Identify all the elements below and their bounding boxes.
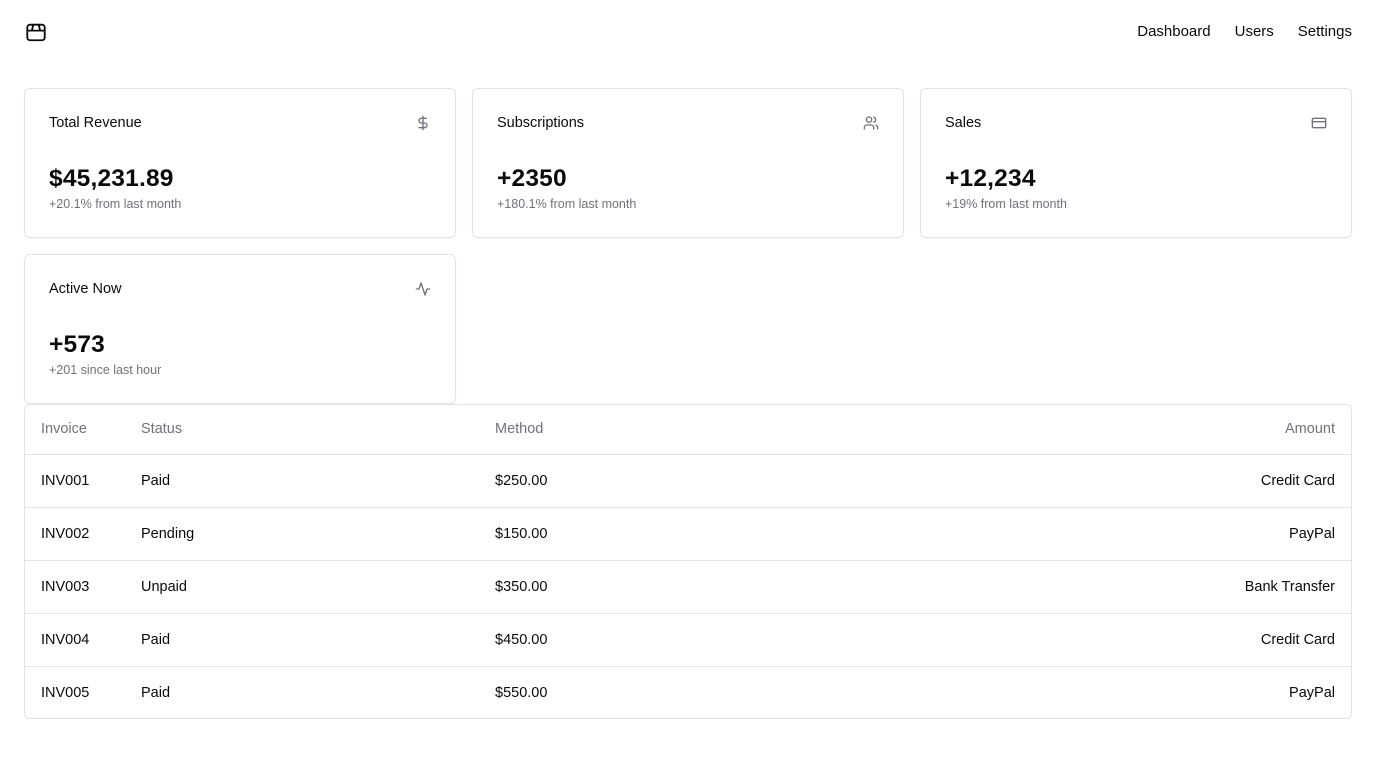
table-row[interactable]: INV002 Pending $150.00 PayPal: [25, 507, 1351, 561]
credit-card-icon: [1311, 117, 1327, 129]
card-subtitle: +201 since last hour: [49, 363, 162, 377]
nav-users[interactable]: Users: [1235, 22, 1274, 42]
invoice-table: Invoice Status Method Amount INV001 Paid…: [24, 404, 1352, 719]
card-title: Subscriptions: [497, 115, 585, 131]
invoice-cell: INV003: [25, 560, 125, 614]
status-cell: Paid: [141, 684, 171, 701]
stat-card-subscriptions: Subscriptions +2350 +180.1% from last mo…: [472, 88, 904, 238]
package-icon[interactable]: [25, 21, 47, 43]
amount-cell: PayPal: [1289, 684, 1335, 701]
invoice-cell: INV004: [25, 613, 125, 667]
invoice-cell: INV002: [25, 507, 125, 561]
method-cell: $250.00: [479, 454, 1079, 508]
nav-dashboard[interactable]: Dashboard: [1137, 22, 1210, 42]
users-icon: [863, 116, 879, 130]
table-header-row: Invoice Status Method Amount: [25, 405, 1351, 455]
table-row[interactable]: INV003 Unpaid $350.00 Bank Transfer: [25, 560, 1351, 614]
card-title: Active Now: [49, 281, 122, 297]
table-row[interactable]: INV005 Paid $550.00 PayPal: [25, 666, 1351, 718]
app-header: Dashboard Users Settings: [0, 0, 1376, 64]
amount-cell: Credit Card: [1079, 613, 1351, 667]
table-row[interactable]: INV001 Paid $250.00 Credit Card: [25, 454, 1351, 508]
column-header-amount: Amount: [1079, 405, 1351, 455]
card-title: Sales: [945, 115, 982, 131]
card-subtitle: +19% from last month: [945, 197, 1067, 211]
activity-icon: [415, 282, 431, 296]
stat-card-active-now: Active Now +573 +201 since last hour: [24, 254, 456, 404]
method-cell: $550.00: [495, 684, 548, 701]
card-value: +2350: [497, 165, 567, 192]
status-cell: Paid: [125, 454, 479, 508]
status-cell: Paid: [125, 613, 479, 667]
top-nav: Dashboard Users Settings: [1137, 22, 1352, 42]
invoice-cell: INV001: [25, 454, 125, 508]
method-cell: $350.00: [479, 560, 1079, 614]
amount-cell: Credit Card: [1079, 454, 1351, 508]
stat-card-sales: Sales +12,234 +19% from last month: [920, 88, 1352, 238]
dollar-sign-icon: [418, 115, 428, 131]
amount-cell: PayPal: [1079, 507, 1351, 561]
card-subtitle: +20.1% from last month: [49, 197, 182, 211]
card-subtitle: +180.1% from last month: [497, 197, 637, 211]
method-cell: $150.00: [479, 507, 1079, 561]
card-value: $45,231.89: [49, 165, 174, 192]
method-cell: $450.00: [479, 613, 1079, 667]
nav-settings[interactable]: Settings: [1298, 22, 1352, 42]
status-cell: Unpaid: [125, 560, 479, 614]
status-cell: Pending: [125, 507, 479, 561]
card-value: +573: [49, 331, 105, 358]
amount-cell: Bank Transfer: [1079, 560, 1351, 614]
column-header-status: Status: [125, 405, 479, 455]
card-title: Total Revenue: [49, 115, 142, 131]
column-header-invoice: Invoice: [25, 405, 125, 455]
column-header-method: Method: [479, 405, 1079, 455]
card-value: +12,234: [945, 165, 1036, 192]
invoice-cell: INV005: [41, 684, 90, 701]
stat-card-total-revenue: Total Revenue $45,231.89 +20.1% from las…: [24, 88, 456, 238]
table-row[interactable]: INV004 Paid $450.00 Credit Card: [25, 613, 1351, 667]
